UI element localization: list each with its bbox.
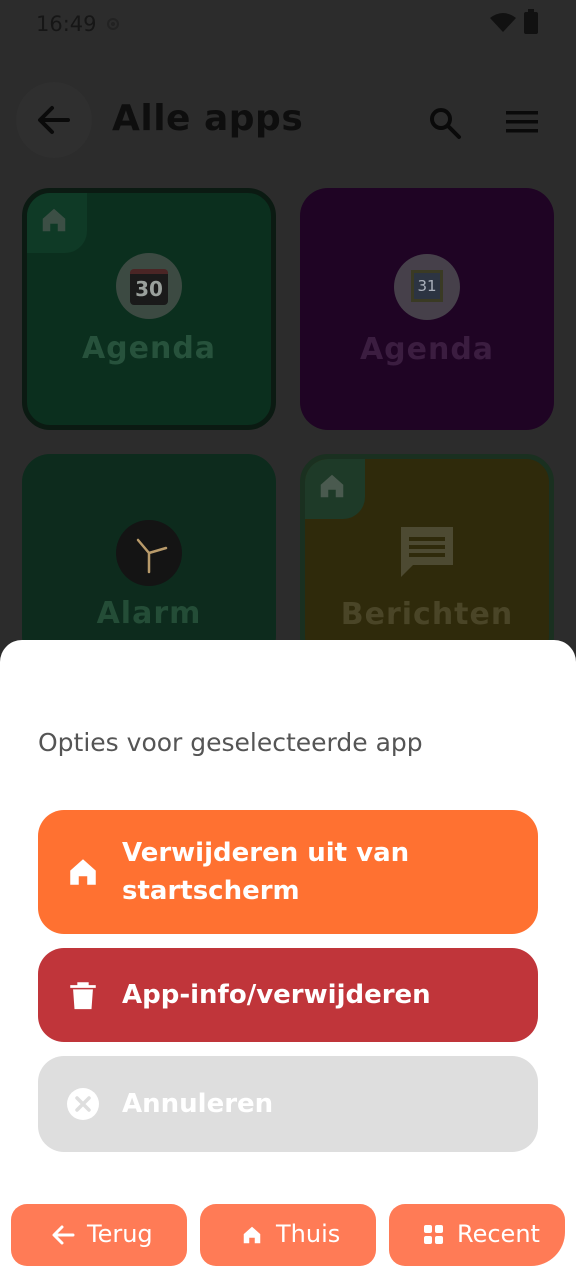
status-bar: 16:49 <box>0 0 576 50</box>
battery-icon <box>524 9 538 34</box>
app-tile-alarm[interactable]: Alarm <box>22 454 276 664</box>
remove-from-home-button[interactable]: Verwijderen uit van startscherm <box>38 810 538 934</box>
arrow-left-icon <box>38 106 70 134</box>
nav-back-label: Terug <box>87 1220 153 1248</box>
location-icon <box>107 18 119 30</box>
app-tile-agenda-2[interactable]: 31 Agenda <box>300 188 554 430</box>
cancel-button[interactable]: Annuleren <box>38 1056 538 1152</box>
tile-label: Berichten <box>340 597 514 632</box>
home-icon <box>70 859 96 885</box>
option-label: Annuleren <box>122 1089 274 1119</box>
nav-home-label: Thuis <box>276 1220 341 1248</box>
tile-label: Agenda <box>359 332 495 367</box>
clock-hands-icon <box>136 538 168 574</box>
search-icon[interactable] <box>428 106 462 140</box>
option-label: App-info/verwijderen <box>122 980 431 1010</box>
arrow-left-icon <box>52 1225 75 1245</box>
grid-icon <box>424 1225 443 1244</box>
app-tile-agenda-1[interactable]: 30 Agenda <box>22 188 276 430</box>
pinned-home-badge <box>27 193 87 253</box>
calendar-icon: 31 <box>394 254 460 320</box>
nav-recent-label: Recent <box>457 1220 540 1248</box>
app-info-button[interactable]: App-info/verwijderen <box>38 948 538 1042</box>
tile-label: Alarm <box>96 596 202 631</box>
nav-back-button[interactable]: Terug <box>11 1204 187 1266</box>
option-label-line2: startscherm <box>122 876 300 906</box>
wifi-icon <box>490 13 516 32</box>
app-tile-berichten[interactable]: Berichten <box>300 454 554 664</box>
home-icon <box>42 208 66 232</box>
home-icon <box>243 1226 261 1244</box>
home-icon <box>320 474 344 498</box>
tile-label: Agenda <box>81 331 217 366</box>
option-label-line1: Verwijderen uit van <box>122 838 410 868</box>
nav-home-button[interactable]: Thuis <box>200 1204 376 1266</box>
status-time: 16:49 <box>36 12 97 36</box>
calendar-icon: 30 <box>116 253 182 319</box>
sheet-title: Opties voor geselecteerde app <box>38 728 423 757</box>
menu-icon[interactable] <box>506 110 538 134</box>
pinned-home-badge <box>305 459 365 519</box>
nav-recent-button[interactable]: Recent <box>389 1204 565 1266</box>
page-title: Alle apps <box>112 98 304 139</box>
close-circle-icon <box>67 1088 99 1120</box>
trash-icon <box>70 982 96 1010</box>
clock-icon <box>116 520 182 586</box>
message-icon <box>401 527 453 577</box>
